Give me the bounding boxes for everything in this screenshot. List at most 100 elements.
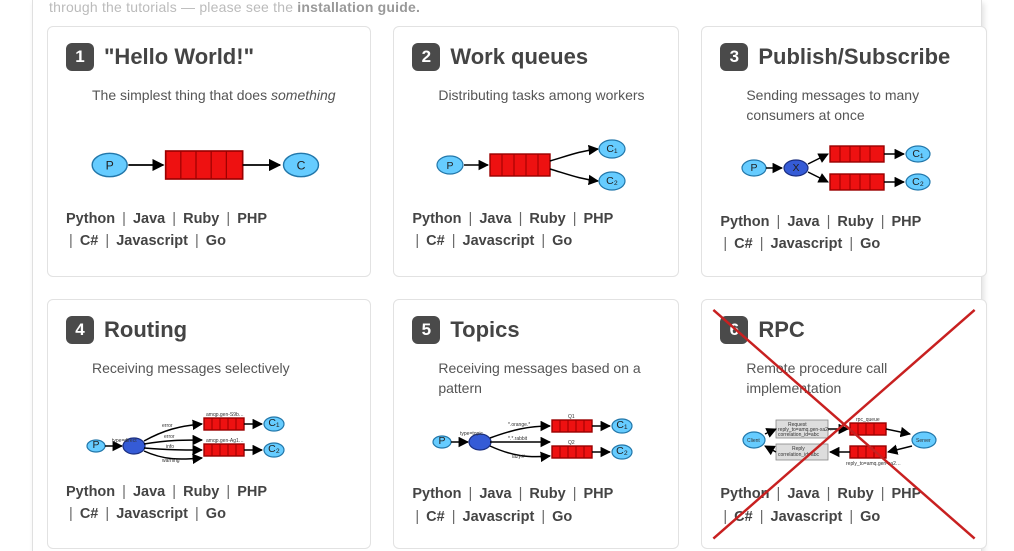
card-title: 4 Routing xyxy=(66,316,352,344)
lang-links: Python | Java | Ruby | PHP| C# | Javascr… xyxy=(66,481,352,526)
svg-text:C₁: C₁ xyxy=(268,417,280,429)
svg-text:P: P xyxy=(439,435,446,447)
card-hello-world[interactable]: 1 "Hello World!" The simplest thing that… xyxy=(47,26,371,277)
lang-links: Python | Java | Ruby | PHP| C# | Javascr… xyxy=(720,211,968,256)
diagram-routing-icon: P type=direct error error info warning a… xyxy=(84,410,314,466)
svg-text:amqp.gen-Ag1…: amqp.gen-Ag1… xyxy=(206,438,244,444)
svg-text:*.orange.*: *.orange.* xyxy=(508,422,530,428)
card-title: 6 RPC xyxy=(720,316,968,344)
lang-link-python[interactable]: Python xyxy=(720,486,769,502)
svg-text:C: C xyxy=(297,159,306,173)
svg-text:P: P xyxy=(106,159,114,173)
lang-link-java[interactable]: Java xyxy=(479,211,511,227)
card-desc: Distributing tasks among workers xyxy=(438,85,660,123)
lang-link-php[interactable]: PHP xyxy=(584,211,614,227)
lang-link-c#[interactable]: C# xyxy=(80,506,99,522)
card-desc: Sending messages to many consumers at on… xyxy=(746,85,968,126)
svg-text:*.*.rabbit: *.*.rabbit xyxy=(508,436,528,442)
tutorial-grid: 1 "Hello World!" The simplest thing that… xyxy=(47,26,967,549)
lang-link-javascript[interactable]: Javascript xyxy=(463,233,535,249)
diagram-hello-icon: P C xyxy=(84,137,352,193)
svg-text:P: P xyxy=(751,162,758,174)
lang-link-javascript[interactable]: Javascript xyxy=(116,233,188,249)
lang-link-ruby[interactable]: Ruby xyxy=(529,211,565,227)
lang-link-python[interactable]: Python xyxy=(412,211,461,227)
lang-link-ruby[interactable]: Ruby xyxy=(837,486,873,502)
lang-link-c#[interactable]: C# xyxy=(80,233,99,249)
lang-link-php[interactable]: PHP xyxy=(237,484,267,500)
diagram-rpc-icon: Client Request reply_to=amq.gen-xa2… cor… xyxy=(738,412,968,468)
lang-link-c#[interactable]: C# xyxy=(734,236,753,252)
lang-link-go[interactable]: Go xyxy=(206,233,226,249)
svg-text:Server: Server xyxy=(916,438,931,444)
lang-link-go[interactable]: Go xyxy=(206,506,226,522)
lang-link-java[interactable]: Java xyxy=(133,211,165,227)
svg-text:P: P xyxy=(447,160,454,172)
lang-link-c#[interactable]: C# xyxy=(426,233,445,249)
lang-link-c#[interactable]: C# xyxy=(426,509,445,525)
card-title: 5 Topics xyxy=(412,316,660,344)
lang-link-ruby[interactable]: Ruby xyxy=(183,484,219,500)
card-desc: The simplest thing that does something xyxy=(92,85,352,123)
svg-text:reply_to=amq.gen-xa2…: reply_to=amq.gen-xa2… xyxy=(846,461,901,467)
lang-link-javascript[interactable]: Javascript xyxy=(116,506,188,522)
svg-text:error: error xyxy=(162,423,173,429)
lang-links: Python | Java | Ruby | PHP| C# | Javascr… xyxy=(412,208,660,253)
svg-text:X: X xyxy=(793,162,800,174)
svg-text:info: info xyxy=(166,444,174,450)
card-number-badge: 6 xyxy=(720,316,748,344)
svg-text:Q1: Q1 xyxy=(568,414,575,420)
svg-text:rpc_queue: rpc_queue xyxy=(856,417,880,423)
card-number-badge: 3 xyxy=(720,43,748,71)
lang-link-javascript[interactable]: Javascript xyxy=(771,509,843,525)
lang-link-javascript[interactable]: Javascript xyxy=(771,236,843,252)
lang-link-ruby[interactable]: Ruby xyxy=(529,486,565,502)
lang-links: Python | Java | Ruby | PHP| C# | Javascr… xyxy=(412,483,660,528)
svg-text:type=direct: type=direct xyxy=(112,438,137,444)
lang-link-go[interactable]: Go xyxy=(860,509,880,525)
svg-text:type=topic: type=topic xyxy=(460,431,483,437)
card-work-queues[interactable]: 2 Work queues Distributing tasks among w… xyxy=(393,26,679,277)
svg-text:C₁: C₁ xyxy=(607,143,619,155)
lang-link-python[interactable]: Python xyxy=(66,211,115,227)
lang-link-go[interactable]: Go xyxy=(860,236,880,252)
lang-link-java[interactable]: Java xyxy=(479,486,511,502)
lang-link-java[interactable]: Java xyxy=(787,486,819,502)
card-topics[interactable]: 5 Topics Receiving messages based on a p… xyxy=(393,299,679,550)
svg-text:warning: warning xyxy=(162,458,180,464)
lang-link-php[interactable]: PHP xyxy=(892,486,922,502)
card-desc: Remote procedure call implementation xyxy=(746,358,968,399)
lang-link-go[interactable]: Go xyxy=(552,509,572,525)
svg-text:Q2: Q2 xyxy=(568,440,575,446)
card-desc: Receiving messages based on a pattern xyxy=(438,358,660,399)
card-number-badge: 2 xyxy=(412,43,440,71)
svg-text:lazy.#: lazy.# xyxy=(512,454,525,460)
svg-text:C₂: C₂ xyxy=(912,176,924,188)
lang-links: Python | Java | Ruby | PHP| C# | Javascr… xyxy=(66,208,352,253)
card-routing[interactable]: 4 Routing Receiving messages selectively… xyxy=(47,299,371,550)
svg-text:amqp.gen-S9b…: amqp.gen-S9b… xyxy=(206,412,244,418)
card-number-badge: 4 xyxy=(66,316,94,344)
diagram-topics-icon: P type=topic *.orange.* *.*.rabbit lazy.… xyxy=(430,412,660,468)
lang-link-go[interactable]: Go xyxy=(552,233,572,249)
lang-link-php[interactable]: PHP xyxy=(892,214,922,230)
card-pubsub[interactable]: 3 Publish/Subscribe Sending messages to … xyxy=(701,26,987,277)
svg-text:C₂: C₂ xyxy=(268,443,280,455)
svg-text:correlation_id=abc: correlation_id=abc xyxy=(778,432,819,438)
card-title: 1 "Hello World!" xyxy=(66,43,352,71)
lang-link-javascript[interactable]: Javascript xyxy=(463,509,535,525)
lang-link-python[interactable]: Python xyxy=(412,486,461,502)
lang-link-php[interactable]: PHP xyxy=(584,486,614,502)
diagram-pubsub-icon: P X C₁ C₂ xyxy=(738,140,968,196)
lang-link-python[interactable]: Python xyxy=(66,484,115,500)
card-desc: Receiving messages selectively xyxy=(92,358,352,396)
lang-link-ruby[interactable]: Ruby xyxy=(183,211,219,227)
lang-link-java[interactable]: Java xyxy=(787,214,819,230)
lang-link-java[interactable]: Java xyxy=(133,484,165,500)
card-rpc[interactable]: 6 RPC Remote procedure call implementati… xyxy=(701,299,987,550)
lang-link-php[interactable]: PHP xyxy=(237,211,267,227)
lang-link-python[interactable]: Python xyxy=(720,214,769,230)
lang-link-ruby[interactable]: Ruby xyxy=(837,214,873,230)
lang-link-c#[interactable]: C# xyxy=(734,509,753,525)
diagram-work-icon: P C₁ C₂ xyxy=(430,137,660,193)
